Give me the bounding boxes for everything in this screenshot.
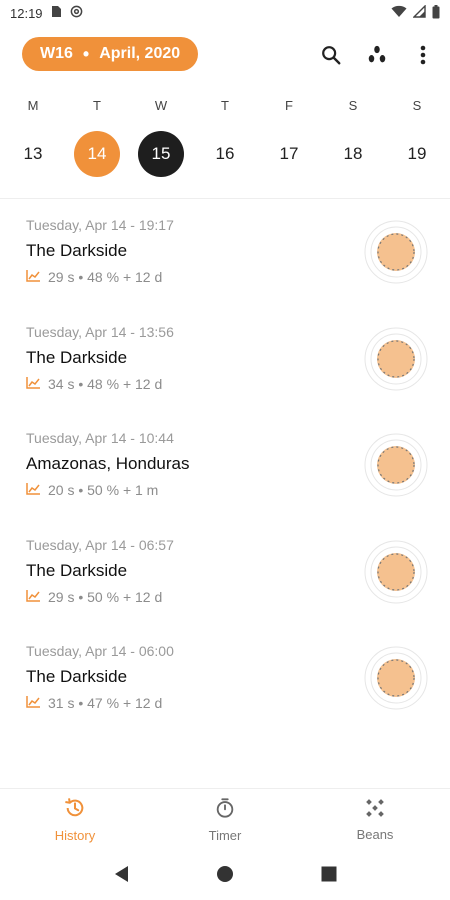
sim-card-icon: [51, 5, 62, 21]
chart-icon: [26, 376, 40, 392]
date-cell[interactable]: 19: [394, 131, 440, 177]
status-time: 12:19: [10, 5, 43, 21]
week-separator: •: [82, 44, 90, 64]
date-cell-selected[interactable]: 14: [74, 131, 120, 177]
weekday-label: T: [221, 98, 229, 113]
extraction-badge-icon: [364, 540, 428, 603]
nav-timer[interactable]: Timer: [150, 789, 300, 850]
month-label: April, 2020: [99, 45, 181, 62]
chart-icon: [26, 482, 40, 498]
nav-beans[interactable]: Beans: [300, 789, 450, 850]
app-bar: W16 • April, 2020: [0, 34, 450, 76]
extraction-badge-icon: [364, 220, 428, 284]
timer-icon: [214, 797, 236, 822]
history-entry[interactable]: Tuesday, Apr 14 - 06:57 The Darkside 29 …: [0, 532, 450, 639]
history-icon: [64, 797, 86, 822]
date-cell[interactable]: 17: [266, 131, 312, 177]
signal-icon: [412, 4, 426, 21]
divider: [0, 198, 450, 199]
back-icon[interactable]: [113, 865, 129, 888]
chart-icon: [26, 589, 40, 605]
weekday-row: M T W T F S S: [0, 98, 450, 113]
week-number: W16: [40, 45, 73, 62]
extraction-badge-icon: [364, 327, 428, 390]
entry-stats-text: 20 s • 50 % + 1 m: [48, 482, 159, 498]
weekday-label: S: [348, 98, 358, 113]
home-icon[interactable]: [216, 865, 234, 888]
entry-stats-text: 34 s • 48 % + 12 d: [48, 375, 163, 392]
week-strip: M T W T F S S 13 14 15 16 17 18 19: [0, 98, 450, 177]
nav-beans-label: Beans: [356, 826, 394, 842]
date-cell[interactable]: 18: [330, 131, 376, 177]
entry-stats-text: 29 s • 50 % + 12 d: [48, 588, 163, 605]
at-sign-icon: [70, 5, 83, 21]
entry-stats-text: 31 s • 47 % + 12 d: [48, 695, 163, 711]
date-cell-today[interactable]: 15: [138, 131, 184, 177]
wifi-icon: [391, 5, 407, 21]
beans-icon: [365, 798, 385, 821]
history-entry[interactable]: Tuesday, Apr 14 - 13:56 The Darkside 34 …: [0, 319, 450, 426]
entry-stats-text: 29 s • 48 % + 12 d: [48, 269, 163, 285]
nav-history-label: History: [54, 827, 96, 843]
date-row: 13 14 15 16 17 18 19: [0, 131, 450, 177]
nav-timer-label: Timer: [208, 827, 242, 843]
chart-icon: [26, 695, 40, 711]
extraction-badge-icon: [364, 646, 428, 710]
date-cell[interactable]: 16: [202, 131, 248, 177]
weekday-label: F: [285, 98, 293, 113]
extraction-badge-icon: [364, 433, 428, 497]
history-entry[interactable]: Tuesday, Apr 14 - 06:00 The Darkside 31 …: [0, 638, 450, 745]
weekday-label: T: [93, 98, 101, 113]
nav-history[interactable]: History: [0, 789, 150, 850]
weekday-label: M: [27, 98, 39, 113]
weekday-label: S: [412, 98, 422, 113]
bottom-nav: History Timer Beans: [0, 788, 450, 850]
week-selector-button[interactable]: W16 • April, 2020: [22, 37, 199, 71]
history-entry[interactable]: Tuesday, Apr 14 - 10:44 Amazonas, Hondur…: [0, 425, 450, 532]
battery-icon: [432, 4, 440, 22]
status-bar: 12:19: [0, 0, 450, 26]
history-list: Tuesday, Apr 14 - 19:17 The Darkside 29 …: [0, 212, 450, 745]
more-vert-icon[interactable]: [408, 40, 438, 70]
system-nav-bar: [0, 852, 450, 900]
weekday-label: W: [154, 98, 168, 113]
search-icon[interactable]: [316, 40, 346, 70]
history-entry[interactable]: Tuesday, Apr 14 - 19:17 The Darkside 29 …: [0, 212, 450, 319]
beans-filter-icon[interactable]: [362, 40, 392, 70]
recents-icon[interactable]: [321, 866, 337, 887]
date-cell[interactable]: 13: [10, 131, 56, 177]
chart-icon: [26, 269, 40, 285]
